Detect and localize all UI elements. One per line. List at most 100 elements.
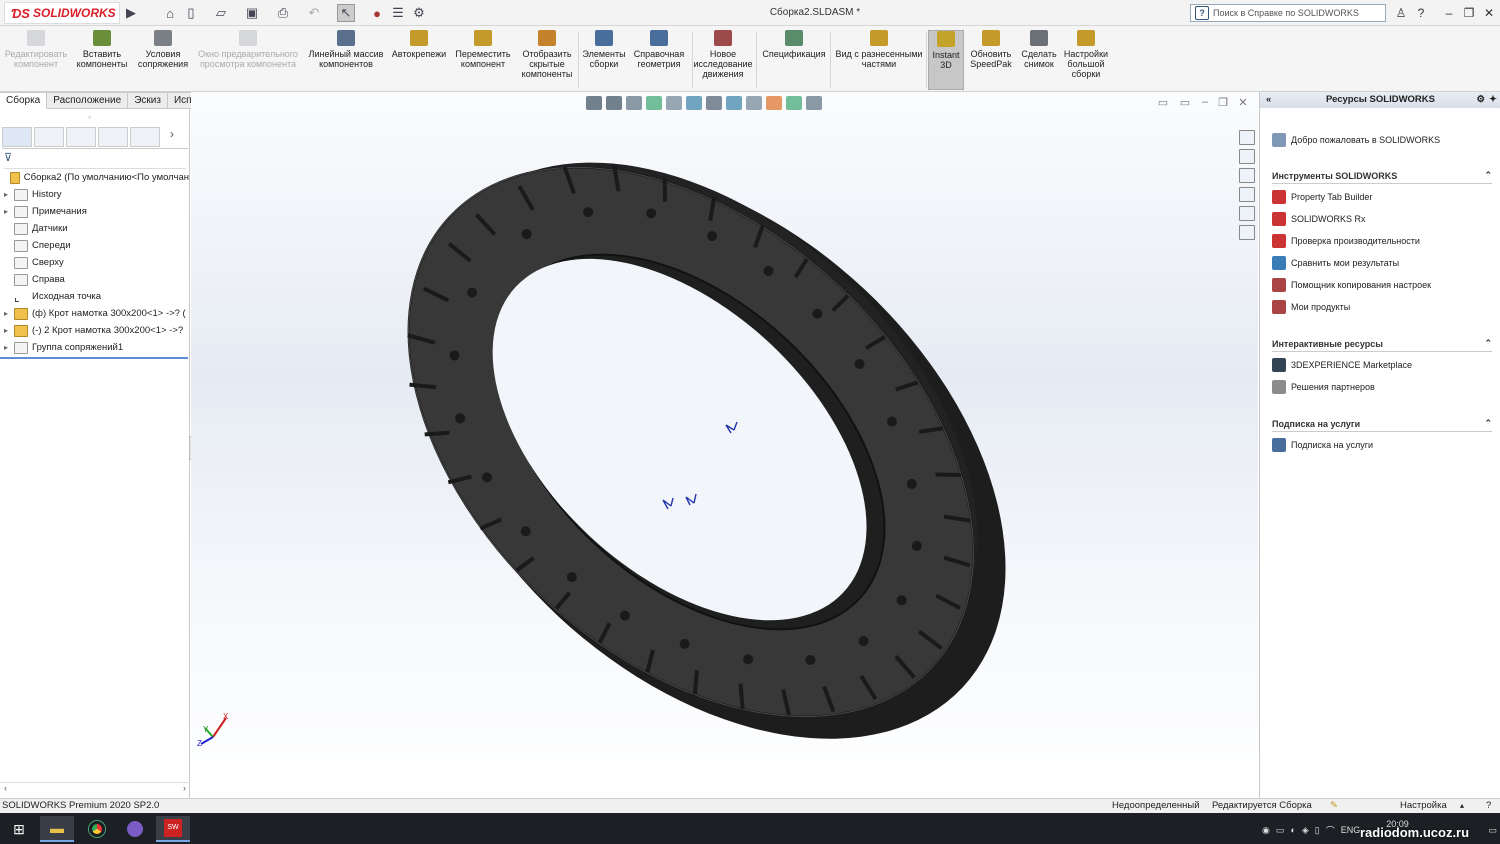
tree-filter-icon[interactable]: ⊽ [4,151,186,169]
file-explorer-icon[interactable] [1239,168,1255,183]
chrome-icon[interactable] [80,816,114,842]
resource-link[interactable]: 3DEXPERIENCE Marketplace [1272,356,1492,374]
wifi-icon[interactable]: ⌒ [1326,824,1335,837]
view-palette-icon[interactable] [1239,187,1255,202]
tree-node[interactable]: Спереди [4,237,189,254]
tree-node[interactable]: Сборка2 (По умолчанию<По умолчан [4,169,189,186]
ribbon-button-13[interactable]: Instant 3D [928,30,964,90]
tree-node[interactable]: Справа [4,271,189,288]
graphics-area[interactable]: ▭ ▭ – ❐ ✕ X Y Z [191,92,1258,798]
battery-icon[interactable]: ▯ [1315,825,1320,836]
scroll-left-icon[interactable]: ‹ [4,783,7,793]
ribbon-button-11[interactable]: Спецификация [760,30,828,90]
tab-2[interactable]: Эскиз [128,92,168,109]
tree-node[interactable]: ▸ Группа сопряжений1 [4,339,189,356]
viber-tray-icon[interactable]: ◉ [1262,825,1270,836]
flyout-arrow-icon[interactable]: ▶ [122,4,140,22]
property-manager-tab-icon[interactable] [34,127,64,147]
save-icon[interactable]: ▣ [243,4,261,22]
ribbon-button-12[interactable]: Вид с разнесенными частями [834,30,924,90]
ribbon-button-0[interactable]: Редактировать компонент [4,30,68,90]
tree-node[interactable]: Сверху [4,254,189,271]
welcome-link[interactable]: Добро пожаловать в SOLIDWORKS [1272,131,1492,149]
close-icon[interactable]: ✕ [1478,3,1500,23]
viber-icon[interactable] [118,816,152,842]
open-icon[interactable]: ▱ [212,4,230,22]
units-up-icon[interactable]: ▴ [1460,799,1464,813]
undo-icon[interactable]: ↶ [305,4,323,22]
resource-link[interactable]: Сравнить мои результаты [1272,254,1492,272]
minimize-icon[interactable]: – [1438,3,1460,23]
print-icon[interactable]: ⎙ [274,4,292,22]
ribbon-button-14[interactable]: Обновить SpeedPak [968,30,1014,90]
ribbon-button-4[interactable]: Линейный массив компонентов [306,30,386,90]
tab-0[interactable]: Сборка [0,92,48,109]
network-tray-icon[interactable]: ▭ [1276,825,1285,836]
resource-section-header[interactable]: Интерактивные ресурсы ⌃ [1272,336,1492,352]
rollback-bar[interactable] [0,357,188,359]
windows-start-icon[interactable]: ⊞ [2,816,36,842]
expand-arrow-icon[interactable]: ▸ [4,326,14,335]
select-icon[interactable]: ↖ [337,4,355,22]
ribbon-button-8[interactable]: Элементы сборки [580,30,628,90]
tree-node[interactable]: ▸ (-) 2 Крот намотка 300х200<1> ->? [4,322,189,339]
display-manager-tab-icon[interactable] [130,127,160,147]
resource-link[interactable]: Помощник копирования настроек [1272,276,1492,294]
tree-node[interactable]: ▸ History [4,186,189,203]
appearances-icon[interactable] [1239,206,1255,221]
help-search-input[interactable]: ? Поиск в Справке по SOLIDWORKS [1190,4,1386,22]
resource-section-header[interactable]: Подписка на услуги ⌃ [1272,416,1492,432]
design-library-icon[interactable] [1239,149,1255,164]
resource-link[interactable]: Подписка на услуги [1272,436,1492,454]
tab-1[interactable]: Расположение [47,92,129,109]
help-bubble-icon[interactable]: ? [1486,799,1491,813]
resource-link[interactable]: SOLIDWORKS Rx [1272,210,1492,228]
language-indicator[interactable]: ENG [1341,825,1361,835]
resource-section-header[interactable]: Инструменты SOLIDWORKS ⌃ [1272,168,1492,184]
new-document-icon[interactable]: ▯ [182,4,200,22]
restore-icon[interactable]: ❐ [1458,3,1480,23]
dimxpert-manager-tab-icon[interactable] [98,127,128,147]
collapse-chevron-icon[interactable]: ⌃ [1484,418,1492,429]
ribbon-button-10[interactable]: Новое исследование движения [693,30,753,90]
notifications-icon[interactable]: ▭ [1488,825,1497,836]
pane-settings-icon[interactable]: ⚙ [1476,92,1485,108]
feature-manager-tab-icon[interactable] [2,127,32,147]
ribbon-button-15[interactable]: Сделать снимок [1020,30,1058,90]
resource-link[interactable]: Решения партнеров [1272,378,1492,396]
resources-home-icon[interactable] [1239,130,1255,145]
tree-node[interactable]: Датчики [4,220,189,237]
panel-grip-icon[interactable]: ◦ [88,112,91,122]
file-properties-icon[interactable]: ☰ [389,4,407,22]
expand-arrow-icon[interactable]: ▸ [4,343,14,352]
ribbon-button-16[interactable]: Настройки большой сборки [1060,30,1112,90]
resource-link[interactable]: Проверка производительности [1272,232,1492,250]
expand-arrow-icon[interactable]: ▸ [4,309,14,318]
expand-arrow-icon[interactable]: ▸ [4,207,14,216]
ribbon-button-2[interactable]: Условия сопряжения [134,30,192,90]
user-icon[interactable]: ♙ [1390,3,1412,23]
ribbon-button-5[interactable]: Автокрепежи [389,30,449,90]
solidworks-taskbar-icon[interactable]: SW [156,816,190,842]
scroll-right-icon[interactable]: › [183,783,186,793]
volume-icon[interactable]: ◐ [1290,825,1295,835]
options-gear-icon[interactable]: ⚙ [410,4,428,22]
units-setting[interactable]: Настройка [1400,799,1447,813]
shield-tray-icon[interactable]: ◈ [1302,825,1309,836]
ribbon-button-6[interactable]: Переместить компонент [452,30,514,90]
expand-arrow-icon[interactable]: ▸ [4,190,14,199]
rebuild-icon[interactable]: ✎ [1330,799,1338,813]
pin-icon[interactable]: ✦ [1489,92,1497,108]
custom-properties-icon[interactable] [1239,225,1255,240]
ribbon-button-1[interactable]: Вставить компоненты [72,30,132,90]
tree-node[interactable]: ⌞ Исходная точка [4,288,189,305]
help-menu-icon[interactable]: ? [1410,3,1432,23]
resource-link[interactable]: Property Tab Builder [1272,188,1492,206]
panel-next-icon[interactable]: › [162,127,182,148]
ribbon-button-7[interactable]: Отобразить скрытые компоненты [518,30,576,90]
tree-node[interactable]: ▸ (ф) Крот намотка 300х200<1> ->? ( [4,305,189,322]
collapse-chevron-icon[interactable]: ⌃ [1484,338,1492,349]
ring-model-3d[interactable]: X Y Z [191,92,1258,798]
configuration-manager-tab-icon[interactable] [66,127,96,147]
tree-horizontal-scrollbar[interactable]: ‹ › [0,782,190,798]
